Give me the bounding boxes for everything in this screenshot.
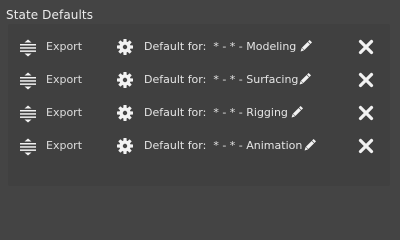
export-label: Export [46,40,83,53]
pencil-icon[interactable] [289,105,304,120]
gear-icon[interactable] [116,38,134,56]
close-icon[interactable] [358,105,374,121]
pencil-icon[interactable] [302,138,317,153]
state-row-animation: Export Default for: * - * - Animation [0,134,400,158]
close-icon[interactable] [358,72,374,88]
close-icon[interactable] [358,39,374,55]
state-name: Default for: * - * - Rigging [144,106,288,119]
drag-handle-icon[interactable] [19,105,37,123]
export-label: Export [46,106,83,119]
drag-handle-icon[interactable] [19,138,37,156]
pencil-icon[interactable] [297,72,312,87]
state-row-surfacing: Export Default for: * - * - Surfacing [0,68,400,92]
gear-icon[interactable] [116,104,134,122]
state-name: Default for: * - * - Surfacing [144,73,299,86]
group-title: State Defaults [6,8,94,22]
export-label: Export [46,73,83,86]
state-name: Default for: * - * - Animation [144,139,303,152]
state-row-rigging: Export Default for: * - * - Rigging [0,101,400,125]
pencil-icon[interactable] [298,39,313,54]
export-label: Export [46,139,83,152]
gear-icon[interactable] [116,71,134,89]
drag-handle-icon[interactable] [19,72,37,90]
close-icon[interactable] [358,138,374,154]
state-defaults-panel: State Defaults Export Default for: * - *… [0,0,400,200]
state-row-modeling: Export Default for: * - * - Modeling [0,35,400,59]
state-name: Default for: * - * - Modeling [144,40,297,53]
gear-icon[interactable] [116,137,134,155]
drag-handle-icon[interactable] [19,39,37,57]
